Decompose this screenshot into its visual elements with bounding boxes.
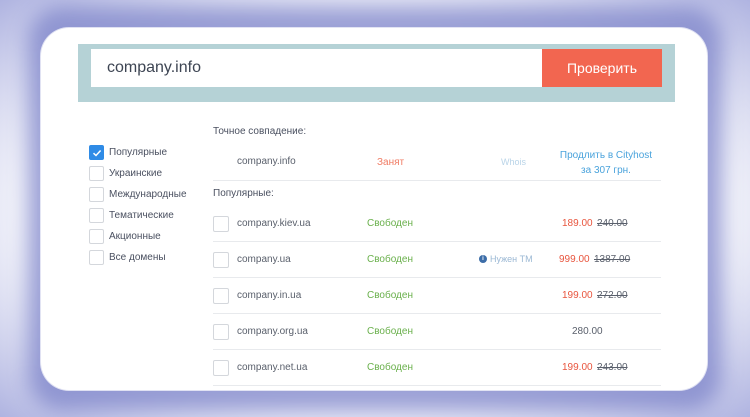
exact-match-label: Точное совпадение: xyxy=(213,126,307,137)
row-old-price: 240.00 xyxy=(597,218,628,229)
filter-label: Международные xyxy=(109,189,187,200)
row-price: 189.00 xyxy=(562,218,593,229)
table-row: company.ua Свободен i Нужен ТМ 999.00 13… xyxy=(213,242,661,278)
checkbox-icon[interactable] xyxy=(89,187,104,202)
row-domain: company.net.ua xyxy=(237,362,308,373)
row-price: 280.00 xyxy=(572,326,603,337)
renew-link[interactable]: Продлить в Cityhost за 307 грн. xyxy=(553,148,659,178)
row-status: Свободен xyxy=(367,326,413,337)
tm-note-label: Нужен ТМ xyxy=(490,254,533,264)
table-row: company.in.ua Свободен 199.00 272.00 xyxy=(213,278,661,314)
info-icon: i xyxy=(479,255,487,263)
domain-search-input[interactable]: company.info xyxy=(91,49,543,87)
row-checkbox[interactable] xyxy=(213,360,229,376)
filter-label: Все домены xyxy=(109,252,166,263)
row-status: Свободен xyxy=(367,218,413,229)
row-domain: company.ua xyxy=(237,254,291,265)
checkbox-icon[interactable] xyxy=(89,250,104,265)
table-row: company.net.ua Свободен 199.00 243.00 xyxy=(213,350,661,386)
domain-search-card: company.info Проверить Популярные Украин… xyxy=(41,28,707,390)
row-old-price: 272.00 xyxy=(597,290,628,301)
check-button[interactable]: Проверить xyxy=(542,49,662,87)
exact-status-taken: Занят xyxy=(377,157,405,168)
row-price: 199.00 xyxy=(562,362,593,373)
row-old-price: 243.00 xyxy=(597,362,628,373)
row-price: 199.00 xyxy=(562,290,593,301)
row-domain: company.in.ua xyxy=(237,290,302,301)
row-old-price: 1387.00 xyxy=(594,254,631,265)
tm-note[interactable]: i Нужен ТМ xyxy=(479,254,533,264)
checkbox-checked-icon[interactable] xyxy=(89,145,104,160)
filter-item-ukrainian[interactable]: Украинские xyxy=(89,163,187,184)
row-domain: company.kiev.ua xyxy=(237,218,311,229)
checkbox-icon[interactable] xyxy=(89,229,104,244)
row-checkbox[interactable] xyxy=(213,216,229,232)
exact-domain: company.info xyxy=(237,156,296,167)
row-domain: company.org.ua xyxy=(237,326,308,337)
row-checkbox[interactable] xyxy=(213,252,229,268)
renew-line2: за 307 грн. xyxy=(581,165,631,176)
exact-match-row: company.info Занят Whois Продлить в City… xyxy=(213,148,661,181)
filter-label: Украинские xyxy=(109,168,163,179)
row-checkbox[interactable] xyxy=(213,324,229,340)
table-row: company.kiev.ua Свободен 189.00 240.00 xyxy=(213,206,661,242)
filter-item-all[interactable]: Все домены xyxy=(89,247,187,268)
checkbox-icon[interactable] xyxy=(89,166,104,181)
row-checkbox[interactable] xyxy=(213,288,229,304)
filter-label: Популярные xyxy=(109,147,168,158)
renew-line1: Продлить в Cityhost xyxy=(559,150,653,161)
row-status: Свободен xyxy=(367,362,413,373)
filter-item-popular[interactable]: Популярные xyxy=(89,142,187,163)
whois-link[interactable]: Whois xyxy=(501,157,526,167)
row-status: Свободен xyxy=(367,254,413,265)
checkbox-icon[interactable] xyxy=(89,208,104,223)
filter-label: Тематические xyxy=(109,210,174,221)
filter-item-international[interactable]: Международные xyxy=(89,184,187,205)
table-row: company.org.ua Свободен 280.00 xyxy=(213,314,661,350)
filter-list: Популярные Украинские Международные Тема… xyxy=(89,142,187,268)
filter-label: Акционные xyxy=(109,231,161,242)
filter-item-promo[interactable]: Акционные xyxy=(89,226,187,247)
row-status: Свободен xyxy=(367,290,413,301)
popular-label: Популярные: xyxy=(213,188,274,199)
row-price: 999.00 xyxy=(559,254,590,265)
filter-item-thematic[interactable]: Тематические xyxy=(89,205,187,226)
